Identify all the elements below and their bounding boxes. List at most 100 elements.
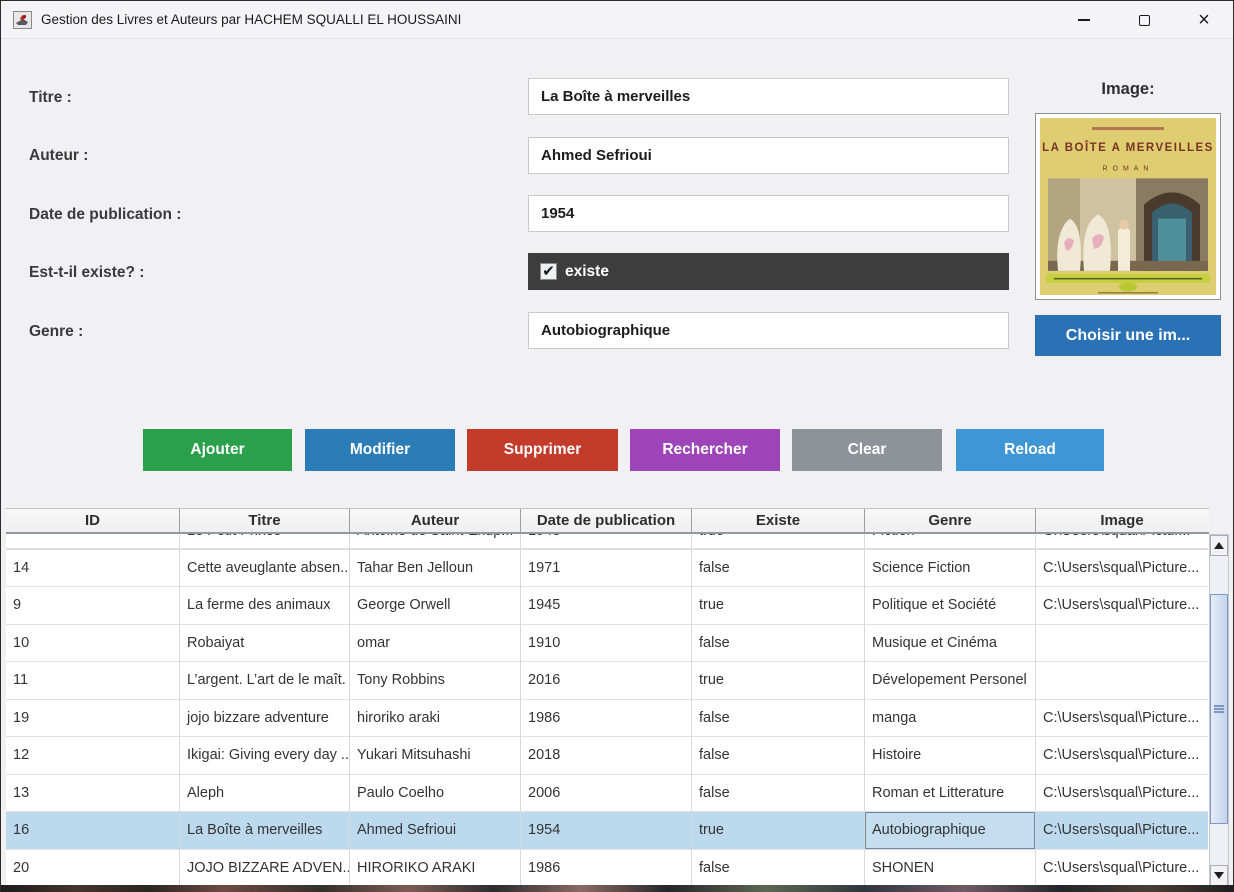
column-header-id[interactable]: ID xyxy=(6,509,180,532)
cell-titre: Cette aveuglante absen... xyxy=(180,550,350,588)
clear-button[interactable]: Clear xyxy=(792,429,942,471)
app-icon xyxy=(13,11,32,29)
date-input[interactable] xyxy=(528,195,1009,232)
scrollbar-thumb[interactable] xyxy=(1210,594,1228,824)
cell-id: 14 xyxy=(6,550,180,588)
book-cover-image: LA BOÎTE A MERVEILLES ROMAN xyxy=(1035,113,1221,300)
table-row[interactable]: 20 JOJO BIZZARE ADVEN... HIRORIKO ARAKI … xyxy=(6,850,1209,888)
date-label: Date de publication : xyxy=(29,206,181,224)
column-header-genre[interactable]: Genre xyxy=(865,509,1036,532)
table-row[interactable]: 9 La ferme des animaux George Orwell 194… xyxy=(6,587,1209,625)
cell-id: 19 xyxy=(6,700,180,738)
cell-existe: false xyxy=(692,550,865,588)
cell-date: 1910 xyxy=(521,625,692,663)
cell-titre: La ferme des animaux xyxy=(180,587,350,625)
cell-image: C:\Users\squal\Picture... xyxy=(1036,812,1208,850)
cell-existe: true xyxy=(692,812,865,850)
cell-date: 1945 xyxy=(521,587,692,625)
cell-titre: Robaiyat xyxy=(180,625,350,663)
app-window: Gestion des Livres et Auteurs par HACHEM… xyxy=(0,0,1234,892)
cell-image: C:\Users\squal\Picture... xyxy=(1036,587,1208,625)
cell-genre: Musique et Cinéma xyxy=(865,625,1036,663)
titre-label: Titre : xyxy=(29,89,72,107)
scrollbar-down-button[interactable] xyxy=(1210,865,1228,886)
cell-existe: false xyxy=(692,700,865,738)
cell-id: 13 xyxy=(6,775,180,813)
cell-date: 1986 xyxy=(521,700,692,738)
cell-genre: Histoire xyxy=(865,737,1036,775)
cell-genre: SHONEN xyxy=(865,850,1036,888)
maximize-button[interactable] xyxy=(1121,1,1167,39)
titre-input[interactable] xyxy=(528,78,1009,115)
ajouter-button[interactable]: Ajouter xyxy=(143,429,292,471)
minimize-icon xyxy=(1078,19,1090,21)
rechercher-button[interactable]: Rechercher xyxy=(630,429,780,471)
cell-titre: L’argent. L’art de le maît. xyxy=(180,662,350,700)
books-table: ID Titre Auteur Date de publication Exis… xyxy=(6,508,1209,888)
cell-image: C:\Users\squal\Picture... xyxy=(1036,550,1208,588)
auteur-label: Auteur : xyxy=(29,147,88,165)
close-icon: × xyxy=(1198,10,1210,30)
table-partial-row[interactable]: Le Petit Prince Antoine de Saint-Exup...… xyxy=(6,534,1209,550)
table-row[interactable]: 19 jojo bizzare adventure hiroriko araki… xyxy=(6,700,1209,738)
column-header-existe[interactable]: Existe xyxy=(692,509,865,532)
checkbox-check-icon: ✔ xyxy=(540,263,557,280)
cell-auteur: hiroriko araki xyxy=(350,700,521,738)
cell-existe: true xyxy=(692,662,865,700)
cell-existe: false xyxy=(692,737,865,775)
cell-image: C:\Users\squal\Picture... xyxy=(1036,850,1208,888)
image-panel-label: Image: xyxy=(1035,80,1221,99)
checkbox-label: existe xyxy=(565,263,609,281)
cell-auteur: Paulo Coelho xyxy=(350,775,521,813)
title-bar: Gestion des Livres et Auteurs par HACHEM… xyxy=(1,1,1233,39)
cell-date: 2018 xyxy=(521,737,692,775)
cell-auteur: omar xyxy=(350,625,521,663)
cell-image: C:\Users\squal\Picture... xyxy=(1036,775,1208,813)
cell-date: 1971 xyxy=(521,550,692,588)
maximize-icon xyxy=(1139,15,1150,26)
auteur-input[interactable] xyxy=(528,137,1009,174)
cell-existe: false xyxy=(692,625,865,663)
column-header-date[interactable]: Date de publication xyxy=(521,509,692,532)
genre-input[interactable] xyxy=(528,312,1009,349)
table-row[interactable]: 16 La Boîte à merveilles Ahmed Sefrioui … xyxy=(6,812,1209,850)
column-header-image[interactable]: Image xyxy=(1036,509,1208,532)
table-row[interactable]: 14 Cette aveuglante absen... Tahar Ben J… xyxy=(6,550,1209,588)
supprimer-button[interactable]: Supprimer xyxy=(467,429,618,471)
cell-auteur: Tony Robbins xyxy=(350,662,521,700)
minimize-button[interactable] xyxy=(1061,1,1107,39)
cell-id: 11 xyxy=(6,662,180,700)
cell-titre: La Boîte à merveilles xyxy=(180,812,350,850)
reload-button[interactable]: Reload xyxy=(956,429,1104,471)
column-header-titre[interactable]: Titre xyxy=(180,509,350,532)
cell-id: 20 xyxy=(6,850,180,888)
cell-genre: Science Fiction xyxy=(865,550,1036,588)
modifier-button[interactable]: Modifier xyxy=(305,429,455,471)
cell-titre: jojo bizzare adventure xyxy=(180,700,350,738)
close-button[interactable]: × xyxy=(1181,1,1227,39)
cell-id: 10 xyxy=(6,625,180,663)
scrollbar-up-button[interactable] xyxy=(1210,535,1228,556)
arrow-up-icon xyxy=(1214,542,1224,549)
cell-genre: Politique et Société xyxy=(865,587,1036,625)
cell-auteur: Tahar Ben Jelloun xyxy=(350,550,521,588)
cell-titre: Aleph xyxy=(180,775,350,813)
existe-label: Est-t-il existe? : xyxy=(29,264,144,282)
column-header-auteur[interactable]: Auteur xyxy=(350,509,521,532)
cell-id: 9 xyxy=(6,587,180,625)
cell-titre: JOJO BIZZARE ADVEN... xyxy=(180,850,350,888)
table-row[interactable]: 11 L’argent. L’art de le maît. Tony Robb… xyxy=(6,662,1209,700)
existe-checkbox[interactable]: ✔ existe xyxy=(528,253,1009,290)
table-row[interactable]: 13 Aleph Paulo Coelho 2006 false Roman e… xyxy=(6,775,1209,813)
table-row[interactable]: 10 Robaiyat omar 1910 false Musique et C… xyxy=(6,625,1209,663)
table-scrollbar[interactable] xyxy=(1209,534,1229,887)
cell-id: 16 xyxy=(6,812,180,850)
cell-existe: true xyxy=(692,587,865,625)
genre-label: Genre : xyxy=(29,323,83,341)
cell-auteur: Ahmed Sefrioui xyxy=(350,812,521,850)
table-row[interactable]: 12 Ikigai: Giving every day .. Yukari Mi… xyxy=(6,737,1209,775)
choose-image-button[interactable]: Choisir une im... xyxy=(1035,315,1221,356)
arrow-down-icon xyxy=(1214,872,1224,879)
cell-auteur: HIRORIKO ARAKI xyxy=(350,850,521,888)
scrollbar-grip-icon xyxy=(1214,705,1224,714)
